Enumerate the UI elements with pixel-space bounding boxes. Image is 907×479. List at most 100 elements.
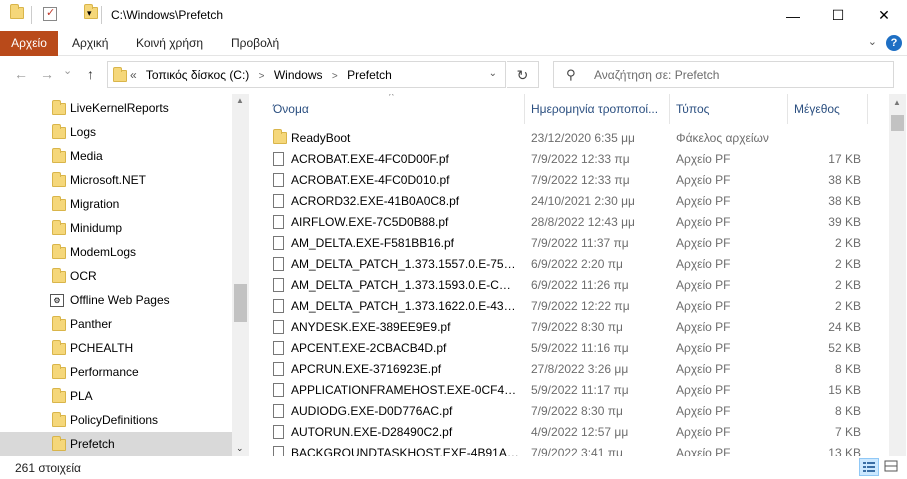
file-row[interactable]: AM_DELTA_PATCH_1.373.1593.0.E-CC124... 6/… xyxy=(249,274,889,295)
file-row[interactable]: ANYDESK.EXE-389EE9E9.pf 7/9/2022 8:30 πμ Α… xyxy=(249,316,889,337)
file-size: 38 KB xyxy=(828,173,861,187)
tab-view[interactable]: Προβολή xyxy=(221,31,289,56)
file-type: Αρχείο PF xyxy=(676,278,731,292)
chevron-right-icon[interactable]: > xyxy=(332,71,338,82)
offline-pages-icon: ⚙ xyxy=(50,294,64,307)
file-row[interactable]: AM_DELTA.EXE-F581BB16.pf 7/9/2022 11:37 π… xyxy=(249,232,889,253)
file-type: Αρχείο PF xyxy=(676,194,731,208)
tree-item[interactable]: ModemLogs xyxy=(0,240,232,264)
file-size: 24 KB xyxy=(828,320,861,334)
file-type: Φάκελος αρχείων xyxy=(676,131,769,145)
file-row[interactable]: ReadyBoot 23/12/2020 6:35 μμ Φάκελος αρχεί… xyxy=(249,127,889,148)
quick-access-dropdown-icon[interactable]: ▾ xyxy=(87,8,92,19)
address-bar[interactable]: « Τοπικός δίσκος (C:) > Windows > Prefet… xyxy=(107,61,506,88)
file-icon xyxy=(273,152,284,166)
file-name: AUDIODG.EXE-D0D776AC.pf xyxy=(291,404,453,418)
tree-item[interactable]: PLA xyxy=(0,384,232,408)
column-header-name[interactable]: Όνομα xyxy=(267,94,525,124)
file-size: 2 KB xyxy=(834,278,861,292)
file-icon xyxy=(273,383,284,397)
details-view-button[interactable] xyxy=(859,458,879,476)
file-list-scrollbar[interactable]: ▲ xyxy=(889,94,906,456)
scroll-up-icon[interactable]: ▲ xyxy=(236,96,244,105)
folder-icon xyxy=(52,100,66,115)
file-icon xyxy=(273,215,284,229)
close-button[interactable]: ✕ xyxy=(861,0,907,31)
tree-item-label: Prefetch xyxy=(70,437,115,451)
tab-home[interactable]: Αρχική xyxy=(62,31,118,56)
maximize-button[interactable]: ☐ xyxy=(815,0,861,31)
file-icon xyxy=(273,446,284,456)
tree-item[interactable]: PCHEALTH xyxy=(0,336,232,360)
scrollbar-thumb[interactable] xyxy=(891,115,904,131)
folder-icon xyxy=(52,436,66,451)
file-row[interactable]: AM_DELTA_PATCH_1.373.1557.0.E-757D3B... 6… xyxy=(249,253,889,274)
tree-item[interactable]: LiveKernelReports xyxy=(0,96,232,120)
refresh-button[interactable]: ↻ xyxy=(507,61,539,88)
file-row[interactable]: ACROBAT.EXE-4FC0D00F.pf 7/9/2022 12:33 πμ… xyxy=(249,148,889,169)
folder-icon xyxy=(52,316,66,331)
file-icon xyxy=(273,425,284,439)
address-dropdown-icon[interactable]: ⌄ xyxy=(489,68,497,79)
search-box[interactable]: ⚲ Αναζήτηση σε: Prefetch xyxy=(553,61,894,88)
tree-item[interactable]: PolicyDefinitions xyxy=(0,408,232,432)
tree-item[interactable]: Microsoft.NET xyxy=(0,168,232,192)
column-header-date[interactable]: Ημερομηνία τροποποί... xyxy=(525,94,670,124)
help-icon[interactable]: ? xyxy=(886,35,902,51)
tree-item[interactable]: Prefetch xyxy=(0,432,232,456)
breadcrumb-windows[interactable]: Windows xyxy=(274,68,323,82)
row-icon xyxy=(273,383,284,400)
file-date: 7/9/2022 12:33 πμ xyxy=(531,152,630,166)
file-size: 15 KB xyxy=(828,383,861,397)
chevron-right-icon[interactable]: > xyxy=(259,71,265,82)
file-size: 2 KB xyxy=(834,299,861,313)
file-row[interactable]: APCENT.EXE-2CBACB4D.pf 5/9/2022 11:16 πμ Α… xyxy=(249,337,889,358)
scroll-down-icon[interactable]: ⌄ xyxy=(236,443,244,454)
up-arrow-icon[interactable]: ↑ xyxy=(87,66,94,82)
folder-icon xyxy=(52,196,66,211)
tab-file[interactable]: Αρχείο xyxy=(0,31,58,56)
tree-item[interactable]: ⚙ Offline Web Pages xyxy=(0,288,232,312)
forward-arrow-icon[interactable]: → xyxy=(40,66,54,82)
file-row[interactable]: ACRORD32.EXE-41B0A0C8.pf 24/10/2021 2:30 … xyxy=(249,190,889,211)
file-date: 6/9/2022 11:26 πμ xyxy=(531,278,629,292)
tree-item[interactable]: Minidump xyxy=(0,216,232,240)
recent-locations-icon[interactable]: ⌄ xyxy=(63,64,72,77)
file-row[interactable]: AM_DELTA_PATCH_1.373.1622.0.E-43FA41... 7… xyxy=(249,295,889,316)
row-icon xyxy=(273,236,284,253)
tree-item[interactable]: Performance xyxy=(0,360,232,384)
back-arrow-icon[interactable]: ← xyxy=(14,66,28,82)
file-row[interactable]: AUDIODG.EXE-D0D776AC.pf 7/9/2022 8:30 πμ Α… xyxy=(249,400,889,421)
tree-item[interactable]: OCR xyxy=(0,264,232,288)
minimize-button[interactable]: — xyxy=(770,0,816,31)
breadcrumb-local-disk[interactable]: Τοπικός δίσκος (C:) xyxy=(146,68,250,82)
file-row[interactable]: APCRUN.EXE-3716923E.pf 27/8/2022 3:26 μμ Α… xyxy=(249,358,889,379)
breadcrumb-prefetch[interactable]: Prefetch xyxy=(347,68,392,82)
tree-item[interactable]: Media xyxy=(0,144,232,168)
expand-ribbon-icon[interactable]: ⌄ xyxy=(868,35,877,48)
navigation-scrollbar[interactable]: ▲ ⌄ xyxy=(232,94,249,456)
details-view-icon xyxy=(863,462,875,472)
file-row[interactable]: BACKGROUNDTASKHOST.EXE-4B91A7D3... 7/9/20… xyxy=(249,442,889,456)
file-row[interactable]: APPLICATIONFRAMEHOST.EXE-0CF44CC... 5/9/2… xyxy=(249,379,889,400)
ribbon-tabs: Αρχείο Αρχική Κοινή χρήση Προβολή ⌄ ? xyxy=(0,31,907,56)
row-icon xyxy=(273,215,284,232)
large-icons-view-button[interactable] xyxy=(882,458,902,476)
breadcrumb-overflow[interactable]: « xyxy=(130,68,137,82)
tree-item[interactable]: Migration xyxy=(0,192,232,216)
tab-share[interactable]: Κοινή χρήση xyxy=(126,31,213,56)
folder-icon xyxy=(52,124,66,139)
file-row[interactable]: ACROBAT.EXE-4FC0D010.pf 7/9/2022 12:33 πμ… xyxy=(249,169,889,190)
tree-item[interactable]: Panther xyxy=(0,312,232,336)
file-row[interactable]: AUTORUN.EXE-D28490C2.pf 4/9/2022 12:57 μμ… xyxy=(249,421,889,442)
scroll-up-icon[interactable]: ▲ xyxy=(893,98,901,107)
search-input[interactable]: Αναζήτηση σε: Prefetch xyxy=(594,68,719,82)
column-header-type[interactable]: Τύπος xyxy=(670,94,788,124)
file-size: 17 KB xyxy=(828,152,861,166)
tree-item[interactable]: Logs xyxy=(0,120,232,144)
file-row[interactable]: AIRFLOW.EXE-7C5D0B88.pf 28/8/2022 12:43 μ… xyxy=(249,211,889,232)
column-header-size[interactable]: Μέγεθος xyxy=(788,94,868,124)
properties-icon[interactable]: ✓ xyxy=(43,7,57,21)
scrollbar-thumb[interactable] xyxy=(234,284,247,322)
file-date: 27/8/2022 3:26 μμ xyxy=(531,362,629,376)
